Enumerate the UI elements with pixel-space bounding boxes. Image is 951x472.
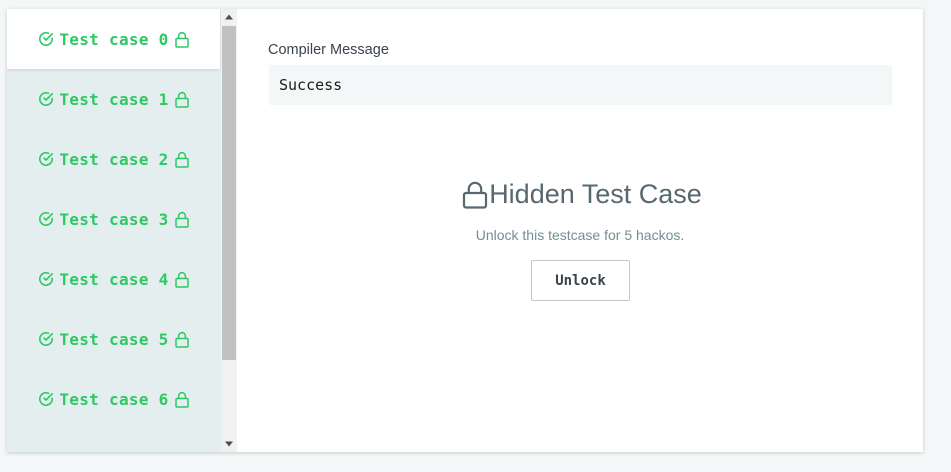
lock-icon	[174, 91, 189, 108]
sidebar-scrollbar[interactable]	[221, 9, 237, 452]
check-circle-icon	[39, 272, 54, 286]
check-circle-icon	[39, 32, 54, 46]
check-circle-icon	[39, 92, 54, 106]
test-case-tab-2[interactable]: Test case 2	[7, 129, 220, 189]
test-case-tab-1[interactable]: Test case 1	[7, 69, 220, 129]
test-case-tab-5[interactable]: Test case 5	[7, 309, 220, 369]
lock-icon	[463, 181, 488, 209]
test-case-tab-3[interactable]: Test case 3	[7, 189, 220, 249]
test-results-panel: Test case 0 Test case 1 Test case 2 Test…	[7, 9, 923, 452]
test-case-tab-0[interactable]: Test case 0	[7, 9, 220, 69]
check-circle-icon	[39, 212, 54, 226]
hidden-test-case-title: Hidden Test Case	[489, 179, 702, 209]
test-case-label: Test case 1	[59, 89, 169, 109]
test-case-tab-4[interactable]: Test case 4	[7, 249, 220, 309]
test-case-tab-6[interactable]: Test case 6	[7, 369, 220, 429]
compiler-message-label: Compiler Message	[268, 42, 389, 58]
test-case-label: Test case 5	[59, 329, 169, 349]
unlock-button[interactable]: Unlock	[531, 260, 630, 301]
check-circle-icon	[39, 392, 54, 406]
test-case-label: Test case 2	[59, 149, 169, 169]
compiler-message-output: Success	[269, 65, 892, 105]
test-case-label: Test case 0	[59, 29, 169, 49]
scroll-down-arrow-icon[interactable]	[221, 436, 237, 452]
lock-icon	[174, 211, 189, 228]
lock-icon	[174, 391, 189, 408]
lock-icon	[174, 151, 189, 168]
scroll-up-arrow-icon[interactable]	[221, 9, 237, 25]
test-case-label: Test case 6	[59, 389, 169, 409]
scrollbar-thumb[interactable]	[222, 26, 236, 360]
check-circle-icon	[39, 152, 54, 166]
test-case-label: Test case 4	[59, 269, 169, 289]
test-case-detail: Compiler Message Success Hidden Test Cas…	[237, 9, 923, 452]
test-case-label: Test case 3	[59, 209, 169, 229]
check-circle-icon	[39, 332, 54, 346]
lock-icon	[174, 331, 189, 348]
hidden-test-case-heading: Hidden Test Case	[237, 179, 923, 210]
lock-icon	[174, 271, 189, 288]
lock-icon	[174, 31, 189, 48]
test-case-sidebar: Test case 0 Test case 1 Test case 2 Test…	[7, 9, 221, 452]
unlock-description: Unlock this testcase for 5 hackos.	[475, 227, 685, 243]
